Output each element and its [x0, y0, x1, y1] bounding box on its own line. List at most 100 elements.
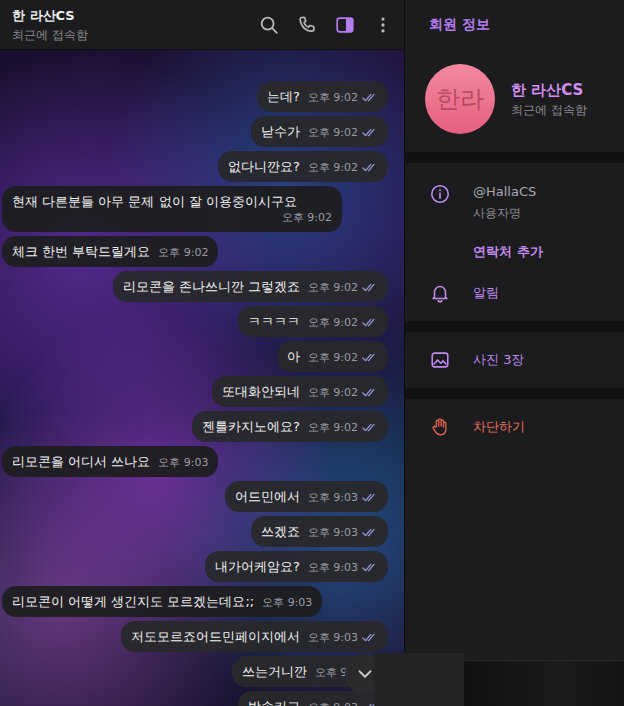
message-time: 오후 9:02 — [308, 315, 358, 330]
message-meta: 오후 9:03 — [308, 630, 378, 645]
message-time: 오후 9:03 — [308, 490, 358, 505]
section-separator — [405, 388, 624, 399]
message-meta: 오후 9:03 — [158, 455, 208, 470]
chevron-down-icon — [354, 663, 376, 685]
message-row: 내가어케암요? 오후 9:03 — [2, 551, 388, 582]
message-meta: 오후 9:02 — [308, 420, 378, 435]
message-text: 리모콘이 어떻게 생긴지도 모르겠는데요;; — [12, 593, 254, 610]
message-bubble[interactable]: 저도모르죠어드민페이지에서오후 9:03 — [121, 621, 388, 652]
double-check-icon — [362, 282, 378, 293]
message-row: 리모콘을 존나쓰니깐 그렇겠죠 오후 9:02 — [2, 271, 388, 302]
message-row: 쓰겠죠 오후 9:03 — [2, 516, 388, 547]
message-time: 오후 9:02 — [308, 280, 358, 295]
message-row: 리모콘을 어디서 쓰나요 오후 9:03 — [2, 446, 388, 477]
message-meta: 오후 9:03 — [308, 700, 378, 706]
message-row: 젠틀카지노에요?오후 9:02 — [2, 411, 388, 442]
telegram-window: 한 라산CS최근에 접속함는데?오후 9:02낟수가오후 9:02없다니깐요?오… — [0, 0, 624, 706]
sidebar-header: 회원 정보 — [405, 0, 624, 50]
double-check-icon — [362, 127, 378, 138]
message-row: 낟수가 오후 9:02 — [2, 116, 388, 147]
section-separator — [405, 152, 624, 163]
message-bubble[interactable]: 현재 다른분들 아무 문제 없이 잘 이용중이시구요오후 9:02 — [2, 186, 342, 232]
message-time: 오후 9:03 — [262, 595, 312, 610]
message-bubble[interactable]: 리모콘이 어떻게 생긴지도 모르겠는데요;; 오후 9:03 — [2, 586, 322, 617]
message-time: 오후 9:02 — [158, 245, 208, 260]
photos-label: 사진 3장 — [473, 351, 524, 369]
message-text: 어드민에서 — [235, 488, 300, 505]
message-meta: 오후 9:03 — [308, 560, 378, 575]
message-row: 또대화안되네오후 9:02 — [2, 376, 388, 407]
info-section: @HallaCS사용자명연락처 추가알림 — [405, 163, 624, 321]
message-bubble[interactable]: 젠틀카지노에요?오후 9:02 — [192, 411, 388, 442]
message-time: 오후 9:03 — [308, 525, 358, 540]
message-meta: 오후 9:03 — [308, 490, 378, 505]
message-time: 오후 9:02 — [282, 210, 332, 225]
message-text: 리모콘을 존나쓰니깐 그렇겠죠 — [123, 278, 300, 295]
message-text: 는데? — [267, 88, 300, 105]
message-text: 내가어케암요? — [215, 558, 300, 575]
message-bubble[interactable]: 또대화안되네오후 9:02 — [212, 376, 388, 407]
notifications-row[interactable]: 알림 — [405, 271, 624, 315]
message-time: 오후 9:03 — [308, 700, 358, 706]
message-bubble[interactable]: 리모콘을 존나쓰니깐 그렇겠죠 오후 9:02 — [113, 271, 388, 302]
message-bubble[interactable]: 낟수가 오후 9:02 — [251, 116, 388, 147]
message-bubble[interactable]: 리모콘을 어디서 쓰나요 오후 9:03 — [2, 446, 218, 477]
message-row: 아오후 9:02 — [2, 341, 388, 372]
message-meta: 오후 9:02 — [308, 385, 378, 400]
message-time: 오후 9:02 — [308, 125, 358, 140]
message-bubble[interactable]: 는데? 오후 9:02 — [257, 81, 388, 112]
message-text: ㅋㅋㅋㅋ — [248, 313, 300, 330]
message-meta: 오후 9:02 — [308, 125, 378, 140]
message-time: 오후 9:02 — [308, 420, 358, 435]
message-meta: 오후 9:03 — [262, 595, 312, 610]
message-meta: 오후 9:02 — [308, 90, 378, 105]
message-bubble[interactable]: 어드민에서 오후 9:03 — [225, 481, 388, 512]
message-time: 오후 9:03 — [308, 560, 358, 575]
double-check-icon — [362, 92, 378, 103]
message-bubble[interactable]: 체크 한번 부탁드릴게요 오후 9:02 — [2, 236, 218, 267]
peer-status: 최근에 접속함 — [12, 27, 88, 43]
screen-preview[interactable] — [464, 660, 624, 706]
message-row: 는데? 오후 9:02 — [2, 81, 388, 112]
double-check-icon — [362, 632, 378, 643]
info-icon — [429, 183, 451, 205]
double-check-icon — [362, 162, 378, 173]
avatar[interactable]: 한라 — [425, 64, 495, 134]
username-row[interactable]: @HallaCS사용자명연락처 추가 — [405, 169, 624, 271]
message-text: 체크 한번 부탁드릴게요 — [12, 243, 150, 260]
username: @HallaCS — [473, 183, 543, 201]
profile-name: 한 라산CS — [511, 80, 587, 100]
sidebar-title: 회원 정보 — [429, 16, 490, 34]
message-meta: 오후 9:02 — [158, 245, 208, 260]
phone-icon[interactable] — [296, 14, 318, 36]
photos-row[interactable]: 사진 3장 — [405, 338, 624, 382]
chat-header: 한 라산CS최근에 접속함 — [0, 0, 404, 50]
more-icon[interactable] — [372, 14, 394, 36]
block-row[interactable]: 차단하기 — [405, 405, 624, 449]
message-bubble[interactable]: ㅋㅋㅋㅋ 오후 9:02 — [238, 306, 388, 337]
message-text: 쓰는거니깐 — [242, 663, 307, 680]
message-row: 없다니깐요?오후 9:02 — [2, 151, 388, 182]
section-separator — [405, 321, 624, 332]
message-meta: 오후 9:02 — [282, 210, 332, 225]
header-actions — [258, 14, 394, 36]
message-text: 쓰겠죠 — [261, 523, 300, 540]
message-text: 리모콘을 어디서 쓰나요 — [12, 453, 150, 470]
peer-info[interactable]: 한 라산CS최근에 접속함 — [12, 7, 88, 43]
message-text: 낟수가 — [261, 123, 300, 140]
double-check-icon — [362, 527, 378, 538]
message-bubble[interactable]: 쓰겠죠 오후 9:03 — [251, 516, 388, 547]
message-bubble[interactable]: 아오후 9:02 — [277, 341, 388, 372]
sidebar-toggle-icon[interactable] — [334, 14, 356, 36]
message-bubble[interactable]: 없다니깐요?오후 9:02 — [218, 151, 388, 182]
search-icon[interactable] — [258, 14, 280, 36]
message-row: 저도모르죠어드민페이지에서오후 9:03 — [2, 621, 388, 652]
double-check-icon — [362, 562, 378, 573]
double-check-icon — [362, 492, 378, 503]
message-text: 없다니깐요? — [228, 158, 300, 175]
message-meta: 오후 9:02 — [308, 350, 378, 365]
message-area: 는데?오후 9:02낟수가오후 9:02없다니깐요?오후 9:02현재 다른분들… — [0, 50, 404, 706]
add-contact-link[interactable]: 연락처 추가 — [473, 243, 543, 261]
message-bubble[interactable]: 내가어케암요? 오후 9:03 — [205, 551, 388, 582]
message-text: 방송키고 — [248, 698, 300, 706]
